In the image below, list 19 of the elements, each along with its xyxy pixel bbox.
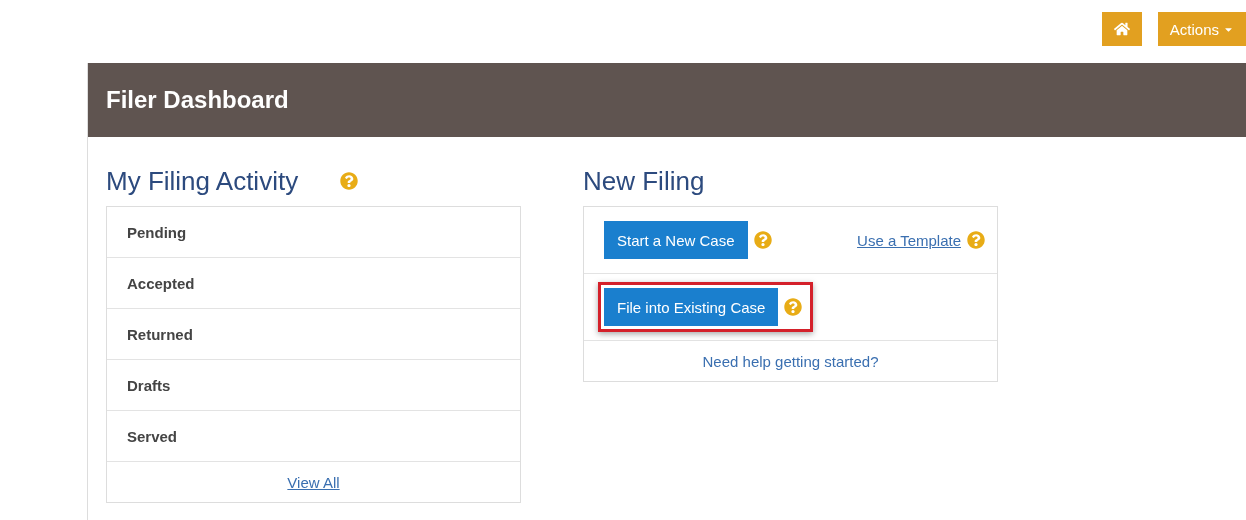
activity-item[interactable]: Served xyxy=(107,411,520,462)
home-button[interactable] xyxy=(1101,12,1142,46)
activity-item[interactable]: Pending xyxy=(107,207,520,258)
help-icon[interactable] xyxy=(967,231,985,249)
help-icon[interactable] xyxy=(784,298,803,316)
dashboard-title: Filer Dashboard xyxy=(106,86,289,114)
help-link[interactable]: Need help getting started? xyxy=(702,352,879,370)
help-icon[interactable] xyxy=(753,231,772,249)
filing-button[interactable]: File into Existing Case xyxy=(604,288,779,326)
activity-item[interactable]: Accepted xyxy=(107,258,520,309)
activity-item[interactable]: Drafts xyxy=(107,360,520,411)
home-icon xyxy=(1113,21,1130,37)
template-link[interactable]: Use a Template xyxy=(857,231,961,249)
filing-button[interactable]: Start a New Case xyxy=(604,221,748,259)
section-heading: New Filing xyxy=(583,165,705,197)
section-heading: My Filing Activity xyxy=(106,165,299,197)
help-icon[interactable] xyxy=(340,172,359,190)
view-all-link[interactable]: View All xyxy=(287,473,340,491)
activity-item[interactable]: Returned xyxy=(107,309,520,360)
